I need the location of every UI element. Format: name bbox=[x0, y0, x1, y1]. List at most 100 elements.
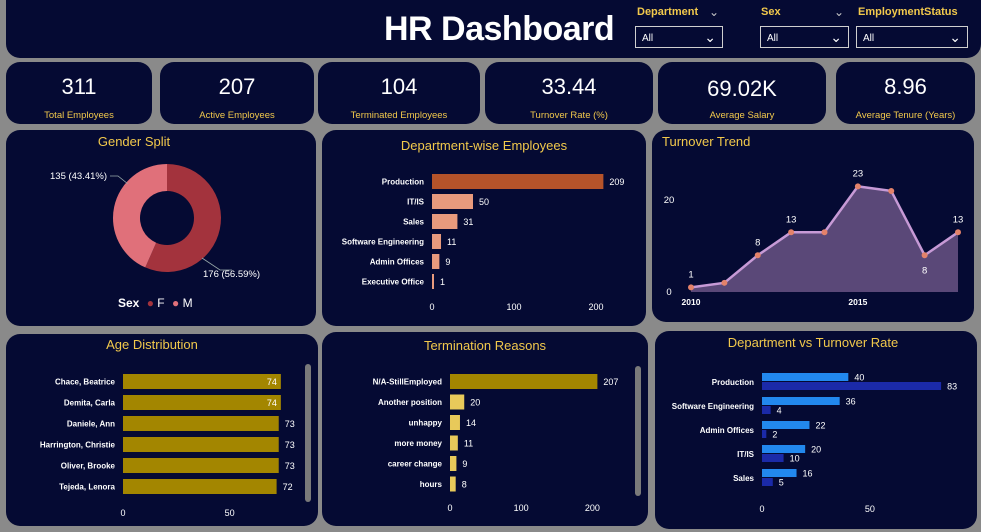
bar bbox=[123, 437, 279, 452]
x-tick-label: 2010 bbox=[682, 297, 701, 307]
bar bbox=[762, 406, 771, 414]
kpi-caption: Terminated Employees bbox=[350, 110, 448, 121]
department-employees-panel: Department-wise Employees Production 209 I… bbox=[322, 130, 646, 326]
employment-status-dropdown[interactable]: All ⌄ bbox=[856, 26, 968, 48]
x-tick-label: 0 bbox=[120, 508, 125, 518]
trend-data-label: 13 bbox=[953, 214, 964, 225]
legend-male-label: M bbox=[182, 296, 193, 310]
trend-point bbox=[788, 229, 795, 236]
bar bbox=[123, 458, 279, 473]
kpi-turnover-rate: 33.44 Turnover Rate (%) bbox=[485, 62, 653, 124]
data-label: 11 bbox=[447, 237, 456, 247]
category-label: IT/IS bbox=[407, 198, 425, 207]
kpi-average-salary: 69.02K Average Salary bbox=[658, 62, 826, 124]
x-tick-label: 0 bbox=[447, 503, 452, 513]
trend-point bbox=[921, 252, 928, 259]
x-tick-label: 2015 bbox=[848, 297, 867, 307]
data-label: 4 bbox=[777, 406, 782, 416]
department-employees-chart: Production 209 IT/IS 50 Sales 31 Software Engi… bbox=[342, 174, 624, 312]
legend-female-dot-icon: ● bbox=[146, 296, 154, 310]
category-label: unhappy bbox=[409, 419, 443, 428]
bar bbox=[762, 373, 849, 381]
header-bar: HR Dashboard Department ⌄ All ⌄ Sex ⌄ Al… bbox=[6, 0, 981, 58]
sex-dropdown[interactable]: All ⌄ bbox=[760, 26, 849, 48]
bar bbox=[432, 234, 442, 249]
data-label: 16 bbox=[803, 469, 813, 479]
category-label: IT/IS bbox=[737, 450, 755, 459]
legend-female-label: F bbox=[157, 296, 165, 310]
data-label: 72 bbox=[283, 482, 293, 492]
trend-data-label: 23 bbox=[853, 168, 864, 179]
kpi-value: 311 bbox=[61, 74, 97, 99]
bar bbox=[450, 394, 465, 410]
data-label: 2 bbox=[772, 430, 777, 440]
category-label: Software Engineering bbox=[342, 238, 424, 247]
kpi-value: 207 bbox=[218, 74, 256, 99]
category-label: Executive Office bbox=[362, 278, 425, 287]
bar bbox=[432, 274, 434, 289]
category-label: Sales bbox=[733, 474, 754, 483]
data-label: 11 bbox=[464, 439, 473, 449]
data-label: 31 bbox=[463, 217, 473, 227]
trend-data-label: 13 bbox=[786, 214, 797, 225]
reasons-scrollbar[interactable] bbox=[635, 366, 641, 496]
dept-turnover-panel: Department vs Turnover Rate Production 40… bbox=[655, 331, 977, 529]
data-label: 20 bbox=[811, 445, 821, 455]
kpi-average-tenure: 8.96 Average Tenure (Years) bbox=[836, 62, 975, 124]
kpi-caption: Turnover Rate (%) bbox=[530, 110, 608, 121]
category-label: Production bbox=[382, 178, 424, 187]
data-label: 14 bbox=[466, 418, 476, 428]
chevron-down-icon[interactable]: ⌄ bbox=[709, 5, 719, 19]
x-tick-label: 100 bbox=[514, 503, 529, 513]
kpi-active-employees: 207 Active Employees bbox=[160, 62, 314, 124]
kpi-caption: Average Salary bbox=[709, 110, 775, 121]
sex-slicer[interactable]: Sex ⌄ All ⌄ bbox=[760, 5, 849, 48]
bar bbox=[123, 395, 281, 410]
x-tick-label: 0 bbox=[759, 504, 764, 514]
trend-point bbox=[955, 229, 961, 236]
trend-point bbox=[721, 279, 728, 286]
category-label: Admin Offices bbox=[370, 258, 425, 267]
trend-point bbox=[854, 183, 861, 190]
data-label: 83 bbox=[947, 382, 957, 392]
kpi-caption: Average Tenure (Years) bbox=[855, 110, 956, 121]
bar bbox=[432, 194, 473, 209]
bar bbox=[123, 479, 277, 494]
employment-status-dropdown-value: All bbox=[863, 33, 875, 44]
chevron-down-icon[interactable]: ⌄ bbox=[834, 5, 844, 19]
termination-reasons-chart: N/A-StillEmployed 207 Another position 20 un… bbox=[373, 374, 618, 513]
data-label: 10 bbox=[790, 454, 800, 464]
data-label: 36 bbox=[846, 397, 856, 407]
gender-split-panel: Gender Split 176 (56.59%) 135 (43.41%) Se… bbox=[6, 130, 316, 326]
data-label: 22 bbox=[815, 421, 825, 431]
category-label: Oliver, Brooke bbox=[61, 462, 116, 471]
category-label: N/A-StillEmployed bbox=[373, 378, 442, 387]
termination-reasons-panel: Termination Reasons N/A-StillEmployed 207… bbox=[322, 332, 648, 526]
data-label: 73 bbox=[285, 440, 295, 450]
turnover-trend-chart: 1 8 13 23 8 13 0 20 2010 2015 bbox=[664, 168, 964, 307]
category-label: Tejeda, Lenora bbox=[59, 483, 115, 492]
department-dropdown-value: All bbox=[642, 33, 654, 44]
data-label: 9 bbox=[445, 257, 450, 267]
trend-data-label: 8 bbox=[755, 237, 760, 248]
category-label: Harrington, Christie bbox=[40, 441, 116, 450]
trend-point bbox=[821, 229, 828, 236]
employment-status-slicer[interactable]: EmploymentStatus All ⌄ bbox=[856, 6, 968, 48]
data-label: 9 bbox=[462, 459, 467, 469]
department-dropdown[interactable]: All ⌄ bbox=[635, 26, 723, 48]
age-scrollbar[interactable] bbox=[305, 364, 311, 502]
turnover-trend-panel: Turnover Trend 1 8 13 23 8 13 0 20 2010 2015 bbox=[652, 130, 974, 322]
x-tick-label: 200 bbox=[585, 503, 600, 513]
leader-line bbox=[110, 175, 129, 185]
data-label: 74 bbox=[267, 398, 277, 408]
data-label: 8 bbox=[462, 480, 467, 490]
pie-label-M: 135 (43.41%) bbox=[50, 171, 107, 182]
department-slicer[interactable]: Department ⌄ All ⌄ bbox=[635, 5, 723, 48]
y-tick-label: 0 bbox=[666, 287, 671, 298]
bar bbox=[123, 416, 279, 431]
age-distribution-panel: Age Distribution Chace, Beatrice 74 Demita… bbox=[6, 334, 318, 526]
bar bbox=[762, 469, 797, 477]
kpi-value: 104 bbox=[380, 74, 418, 99]
page-title: HR Dashboard bbox=[384, 10, 615, 48]
bar bbox=[762, 397, 840, 405]
